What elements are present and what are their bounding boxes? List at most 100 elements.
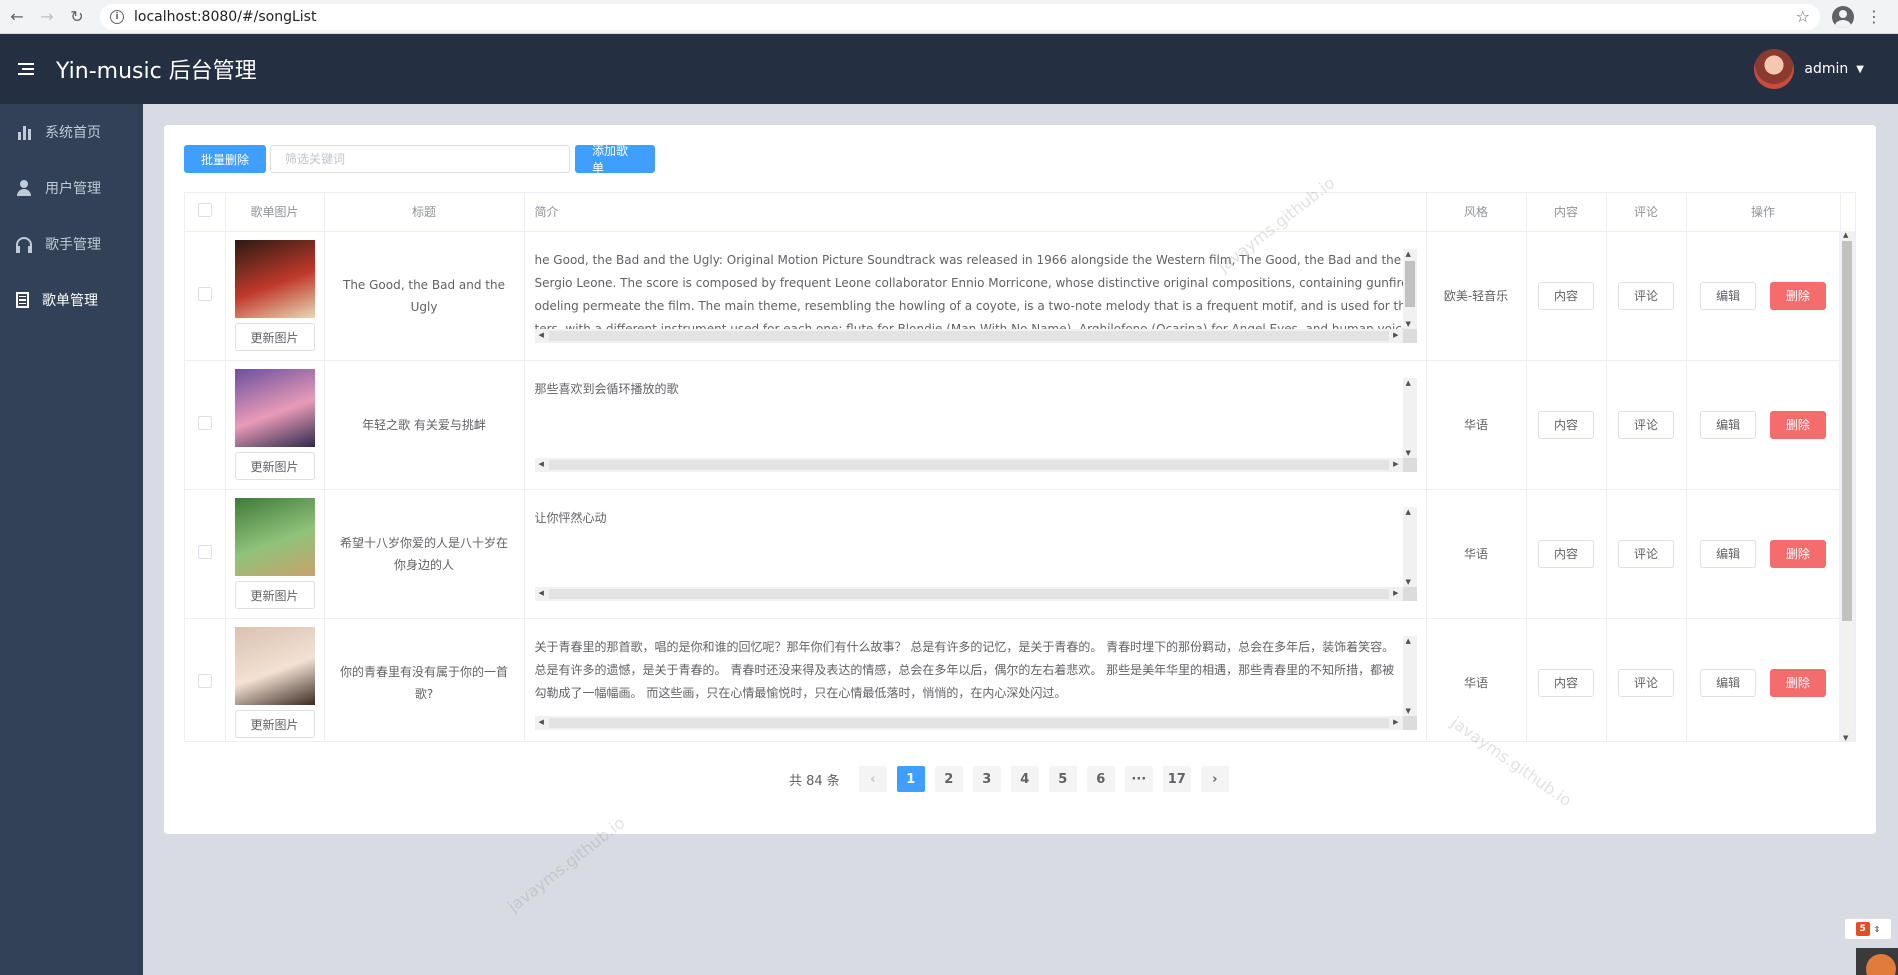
row-checkbox[interactable] [197, 287, 212, 301]
content-button[interactable]: 内容 [1538, 539, 1594, 568]
table-scrollbar[interactable]: ▲ ▼ [1839, 231, 1855, 741]
avatar[interactable] [1754, 49, 1795, 89]
page-button[interactable]: 5 [1048, 766, 1077, 792]
scroll-down-icon[interactable]: ▼ [1406, 707, 1411, 715]
url-text[interactable]: localhost:8080/#/songList [134, 9, 1796, 25]
reload-icon[interactable]: ↻ [64, 4, 90, 30]
scroll-right-icon[interactable]: ▶ [1393, 718, 1398, 726]
add-song-list-button[interactable]: 添加歌单 [575, 144, 656, 175]
browser-menu-icon[interactable]: ⋮ [1866, 7, 1882, 26]
edit-button[interactable]: 编辑 [1700, 668, 1757, 697]
page-button[interactable]: 1 [896, 766, 925, 792]
intro-horizontal-scrollbar[interactable]: ◀ ▶ [534, 457, 1403, 472]
edit-button[interactable]: 编辑 [1700, 281, 1757, 310]
scroll-down-icon[interactable]: ▼ [1406, 578, 1411, 586]
intro-horizontal-scrollbar[interactable]: ◀ ▶ [534, 586, 1403, 601]
page-button[interactable]: 4 [1010, 766, 1039, 792]
intro-horizontal-scrollbar[interactable]: ◀ ▶ [534, 715, 1403, 730]
scroll-thumb[interactable] [548, 588, 1389, 599]
delete-button[interactable]: 删除 [1769, 539, 1826, 568]
intro-scroll-box[interactable]: 那些喜欢到会循环播放的歌 ▲ ▼ ◀ ▶ [534, 371, 1417, 478]
intro-vertical-scrollbar[interactable]: ▲ ▼ [1402, 635, 1417, 716]
document-icon [16, 292, 29, 308]
comment-button[interactable]: 评论 [1618, 539, 1674, 568]
page-ellipsis[interactable]: ··· [1124, 766, 1153, 792]
edit-button[interactable]: 编辑 [1700, 410, 1757, 439]
sidebar-item-home[interactable]: 系统首页 [0, 104, 143, 160]
page-button[interactable]: 17 [1162, 766, 1191, 792]
content-button[interactable]: 内容 [1538, 410, 1594, 439]
scroll-left-icon[interactable]: ◀ [539, 589, 544, 597]
scroll-down-icon[interactable]: ▼ [1406, 320, 1411, 328]
scroll-up-icon[interactable]: ▲ [1406, 637, 1411, 645]
row-checkbox[interactable] [197, 674, 212, 688]
comment-button[interactable]: 评论 [1618, 281, 1674, 310]
update-image-button[interactable]: 更新图片 [234, 323, 315, 351]
select-all-checkbox[interactable] [197, 203, 212, 218]
intro-vertical-scrollbar[interactable]: ▲ ▼ [1402, 248, 1417, 329]
scroll-up-icon[interactable]: ▲ [1406, 250, 1411, 258]
scroll-thumb[interactable] [1842, 241, 1852, 621]
scroll-left-icon[interactable]: ◀ [539, 460, 544, 468]
bookmark-star-icon[interactable]: ☆ [1796, 7, 1810, 26]
content-button[interactable]: 内容 [1538, 281, 1594, 310]
bar-chart-icon [16, 124, 32, 140]
user-menu[interactable]: admin ▼ [1754, 49, 1864, 89]
scroll-thumb[interactable] [548, 717, 1389, 728]
scroll-thumb[interactable] [1404, 260, 1415, 307]
intro-scroll-box[interactable]: 关于青春里的那首歌，唱的是你和谁的回忆呢？那年你们有什么故事？ 总是有许多的记忆… [534, 629, 1417, 736]
back-icon[interactable]: ← [4, 4, 30, 30]
collapse-menu-icon[interactable] [18, 63, 34, 75]
scroll-down-icon[interactable]: ▼ [1843, 734, 1848, 741]
browser-profile-icon[interactable] [1832, 5, 1854, 28]
delete-button[interactable]: 删除 [1769, 281, 1826, 310]
intro-horizontal-scrollbar[interactable]: ◀ ▶ [534, 328, 1403, 343]
row-checkbox[interactable] [197, 416, 212, 430]
comment-cell: 评论 [1606, 231, 1687, 361]
page-button[interactable]: 6 [1086, 766, 1115, 792]
delete-button[interactable]: 删除 [1769, 668, 1826, 697]
next-page-button[interactable]: › [1200, 766, 1229, 792]
scroll-up-icon[interactable]: ▲ [1406, 508, 1411, 516]
comment-button[interactable]: 评论 [1618, 668, 1674, 697]
address-bar[interactable]: i localhost:8080/#/songList ☆ [100, 3, 1820, 30]
prev-page-button[interactable]: ‹ [858, 766, 887, 792]
update-image-button[interactable]: 更新图片 [234, 581, 315, 609]
batch-delete-button[interactable]: 批量删除 [184, 145, 267, 173]
intro-vertical-scrollbar[interactable]: ▲ ▼ [1402, 506, 1417, 587]
intro-scroll-box[interactable]: 让你怦然心动 ▲ ▼ ◀ ▶ [534, 500, 1417, 607]
scroll-right-icon[interactable]: ▶ [1393, 589, 1398, 597]
caret-down-icon[interactable]: ▼ [1856, 64, 1864, 75]
content-button[interactable]: 内容 [1538, 668, 1594, 697]
sidebar-item-users[interactable]: 用户管理 [0, 160, 143, 216]
scroll-left-icon[interactable]: ◀ [539, 718, 544, 726]
intro-scroll-box[interactable]: he Good, the Bad and the Ugly: Original … [534, 242, 1417, 349]
search-input[interactable] [270, 145, 571, 173]
scroll-left-icon[interactable]: ◀ [539, 331, 544, 339]
row-checkbox[interactable] [197, 545, 212, 559]
scroll-up-icon[interactable]: ▲ [1406, 379, 1411, 387]
update-image-button[interactable]: 更新图片 [234, 710, 315, 738]
table-row: 更新图片 The Good, the Bad and the Ugly he G… [185, 231, 1841, 361]
scroll-right-icon[interactable]: ▶ [1393, 331, 1398, 339]
delete-button[interactable]: 删除 [1769, 410, 1826, 439]
forward-icon[interactable]: → [34, 4, 60, 30]
page-button[interactable]: 3 [972, 766, 1001, 792]
corner-app-icon[interactable] [1856, 948, 1898, 975]
scroll-corner [1402, 328, 1417, 343]
intro-vertical-scrollbar[interactable]: ▲ ▼ [1402, 377, 1417, 458]
scroll-thumb[interactable] [548, 330, 1389, 341]
scroll-down-icon[interactable]: ▼ [1406, 449, 1411, 457]
scroll-thumb[interactable] [548, 459, 1389, 470]
ime-widget[interactable]: 5 ⇕ [1844, 918, 1892, 940]
scroll-up-icon[interactable]: ▲ [1843, 231, 1848, 239]
site-info-icon[interactable]: i [110, 9, 124, 24]
comment-button[interactable]: 评论 [1618, 410, 1674, 439]
sidebar-item-song-lists[interactable]: 歌单管理 [0, 272, 143, 328]
sidebar-item-singers[interactable]: 歌手管理 [0, 216, 143, 272]
update-image-button[interactable]: 更新图片 [234, 452, 315, 480]
user-name[interactable]: admin [1804, 61, 1848, 77]
page-button[interactable]: 2 [934, 766, 963, 792]
edit-button[interactable]: 编辑 [1700, 539, 1757, 568]
scroll-right-icon[interactable]: ▶ [1393, 460, 1398, 468]
